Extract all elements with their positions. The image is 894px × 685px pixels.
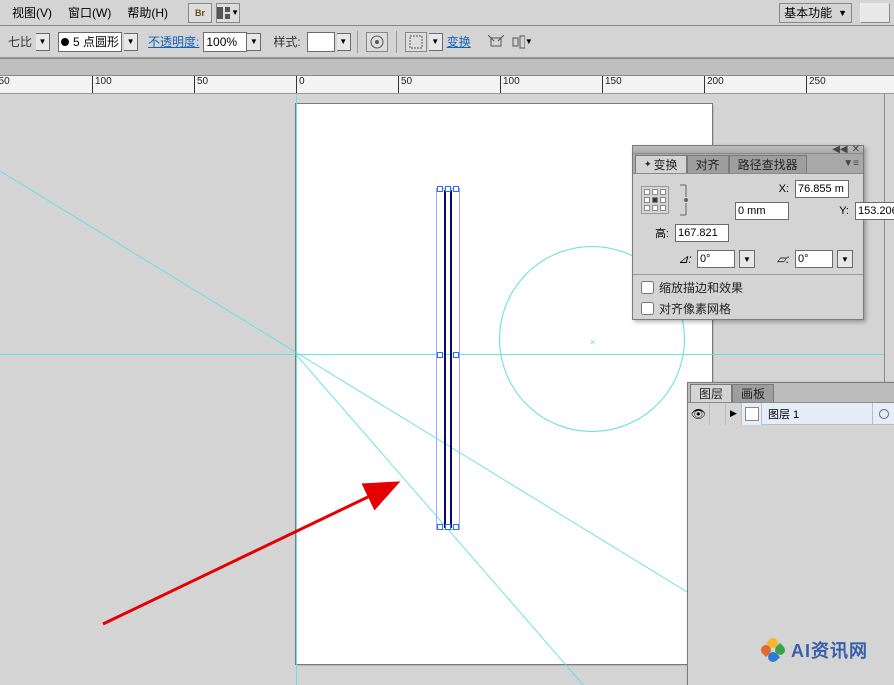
target-toggle[interactable] bbox=[872, 403, 894, 425]
align-pixel-row[interactable]: 对齐像素网格 bbox=[633, 298, 863, 319]
brush-preset-combo[interactable]: 5 点圆形 bbox=[58, 32, 122, 52]
watermark: AI资讯网 bbox=[761, 637, 868, 663]
ratio-dropdown[interactable]: ▼ bbox=[36, 33, 50, 51]
chevron-down-icon: ▼ bbox=[838, 8, 847, 18]
workspace-switcher[interactable]: 基本功能 ▼ bbox=[779, 3, 852, 23]
scale-strokes-label: 缩放描边和效果 bbox=[659, 279, 743, 296]
shear-dropdown[interactable]: ▼ bbox=[837, 250, 853, 268]
h-label: 高: bbox=[641, 225, 669, 241]
transform-panel-dropdown[interactable]: ▼ bbox=[429, 33, 443, 51]
transform-fields: X: 宽: Y: 高: bbox=[633, 174, 863, 248]
tab-layers[interactable]: 图层 bbox=[690, 384, 732, 402]
tab-artboards[interactable]: 画板 bbox=[732, 384, 774, 402]
options-bar: 七比 ▼ 5 点圆形 ▼ 不透明度: ▼ 样式: ▼ ▼ 变换 ▼ bbox=[0, 26, 894, 58]
document-tab-strip bbox=[0, 58, 894, 76]
layers-panel-tabs: 图层 画板 bbox=[688, 383, 894, 403]
isolate-icon[interactable] bbox=[485, 32, 507, 52]
watermark-logo-icon bbox=[761, 638, 785, 662]
target-icon bbox=[879, 409, 889, 419]
layer-name[interactable]: 图层 1 bbox=[762, 406, 872, 422]
angle-input[interactable] bbox=[697, 250, 735, 268]
x-label: X: bbox=[735, 183, 789, 195]
reference-point-widget[interactable] bbox=[641, 186, 669, 214]
style-swatch[interactable] bbox=[307, 32, 335, 52]
align-panel-icon[interactable]: ▼ bbox=[511, 32, 533, 52]
style-dropdown[interactable]: ▼ bbox=[337, 33, 351, 51]
chevron-right-icon: ▶ bbox=[730, 408, 737, 419]
workspace-label: 基本功能 bbox=[784, 4, 832, 21]
align-pixel-checkbox[interactable] bbox=[641, 302, 654, 315]
transform-panel-icon[interactable] bbox=[405, 32, 427, 52]
watermark-text: AI资讯网 bbox=[791, 637, 868, 663]
menu-window[interactable]: 窗口(W) bbox=[60, 4, 119, 21]
center-mark-icon: × bbox=[590, 337, 595, 347]
panel-menu-icon[interactable]: ▼≡ bbox=[839, 158, 863, 169]
w-input[interactable] bbox=[735, 202, 789, 220]
selection-handles-bot[interactable] bbox=[440, 524, 456, 532]
lock-cell[interactable] bbox=[710, 403, 726, 425]
brush-dropdown[interactable]: ▼ bbox=[124, 33, 138, 51]
selection-handles-mid[interactable] bbox=[440, 352, 456, 360]
y-input[interactable] bbox=[855, 202, 894, 220]
scale-strokes-checkbox[interactable] bbox=[641, 281, 654, 294]
layer-thumb bbox=[742, 403, 762, 425]
recolor-icon[interactable] bbox=[366, 32, 388, 52]
layer-row[interactable]: 👁 ▶ 图层 1 bbox=[688, 403, 894, 425]
guide-vertical[interactable] bbox=[296, 94, 297, 685]
style-label: 样式: bbox=[273, 33, 300, 50]
panel-tabs: ✦变换 对齐 路径查找器 ▼≡ bbox=[633, 154, 863, 174]
w-label: 宽: bbox=[855, 181, 894, 197]
opacity-input[interactable] bbox=[203, 32, 247, 52]
panel-titlebar[interactable]: ◀◀ ✕ bbox=[633, 146, 863, 154]
bridge-icon[interactable]: Br bbox=[188, 3, 212, 23]
tab-pathfinder[interactable]: 路径查找器 bbox=[729, 155, 807, 173]
shear-icon: ▱: bbox=[775, 252, 791, 266]
scale-strokes-row[interactable]: 缩放描边和效果 bbox=[633, 277, 863, 298]
arrange-docs-icon[interactable]: ▼ bbox=[216, 3, 240, 23]
collapse-icon[interactable]: ◀◀ bbox=[832, 144, 847, 155]
menu-help[interactable]: 帮助(H) bbox=[119, 4, 176, 21]
opacity-dropdown[interactable]: ▼ bbox=[247, 33, 261, 51]
ruler-horizontal[interactable]: 150 100 50 0 50 100 150 200 250 bbox=[0, 76, 894, 94]
eye-icon: 👁 bbox=[691, 407, 706, 421]
transform-link[interactable]: 变换 bbox=[447, 33, 471, 50]
shear-input[interactable] bbox=[795, 250, 833, 268]
angle-row: ⊿: ▼ ▱: ▼ bbox=[633, 248, 863, 274]
visibility-toggle[interactable]: 👁 bbox=[688, 403, 710, 425]
ratio-label: 七比 bbox=[8, 33, 32, 50]
tab-transform[interactable]: ✦变换 bbox=[635, 155, 687, 173]
layers-list: 👁 ▶ 图层 1 bbox=[688, 403, 894, 615]
close-icon[interactable]: ✕ bbox=[852, 144, 860, 155]
angle-dropdown[interactable]: ▼ bbox=[739, 250, 755, 268]
x-input[interactable] bbox=[795, 180, 849, 198]
opacity-label[interactable]: 不透明度: bbox=[148, 33, 199, 50]
search-field-stub[interactable] bbox=[860, 3, 890, 23]
y-label: Y: bbox=[795, 205, 849, 217]
tab-align[interactable]: 对齐 bbox=[687, 155, 729, 173]
menu-view[interactable]: 视图(V) bbox=[4, 4, 60, 21]
selection-handles-top[interactable] bbox=[440, 186, 456, 194]
transform-panel: ◀◀ ✕ ✦变换 对齐 路径查找器 ▼≡ X: 宽: Y: 高: ⊿: ▼ ▱:… bbox=[632, 145, 864, 320]
h-input[interactable] bbox=[675, 224, 729, 242]
brush-preset-text: 5 点圆形 bbox=[73, 33, 119, 50]
link-wh-icon[interactable] bbox=[675, 183, 691, 217]
twirl-toggle[interactable]: ▶ bbox=[726, 403, 742, 425]
menu-bar: 视图(V) 窗口(W) 帮助(H) Br ▼ 基本功能 ▼ bbox=[0, 0, 894, 26]
dot-icon bbox=[61, 38, 69, 46]
align-pixel-label: 对齐像素网格 bbox=[659, 300, 731, 317]
angle-icon: ⊿: bbox=[677, 252, 693, 266]
